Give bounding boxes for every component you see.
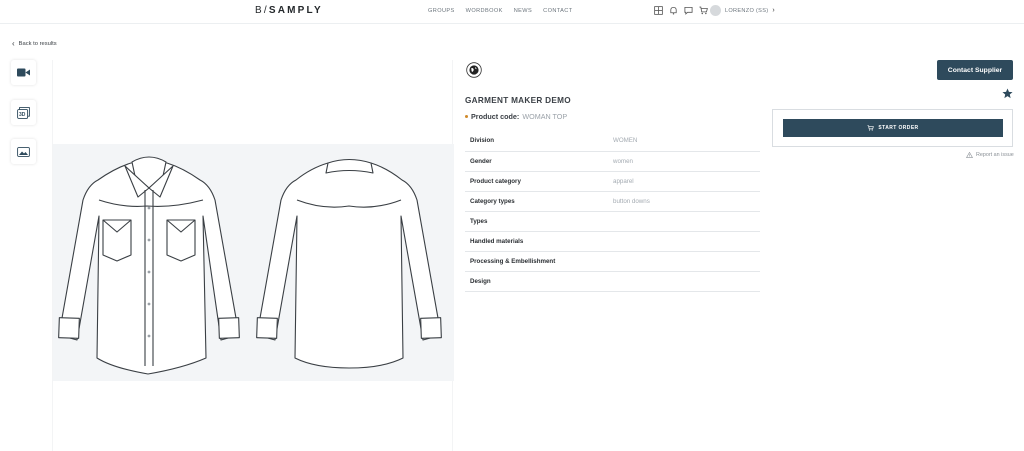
report-issue-label: Report an issue xyxy=(976,152,1014,158)
attribute-value: button downs xyxy=(608,191,760,212)
order-panel: START ORDER xyxy=(772,109,1013,147)
attribute-row: Handled materials xyxy=(465,231,760,252)
report-issue-link[interactable]: Report an issue xyxy=(966,152,1014,158)
attribute-key: Processing & Embellishment xyxy=(465,251,608,272)
chat-icon[interactable] xyxy=(684,6,693,15)
attribute-key: Design xyxy=(465,271,608,292)
warning-icon xyxy=(966,152,973,158)
product-attributes-table: Division WOMEN Gender women Product catego… xyxy=(465,131,760,292)
nav-groups[interactable]: GROUPS xyxy=(428,8,455,14)
thumbnail-image[interactable] xyxy=(11,139,36,164)
chevron-left-icon: ‹ xyxy=(12,39,15,48)
top-navigation-bar: B/SAMPLY GROUPS WORDBOOK NEWS CONTACT LO… xyxy=(0,0,1024,24)
cart-icon[interactable] xyxy=(699,6,708,15)
image-icon xyxy=(17,146,30,157)
avatar xyxy=(710,5,721,16)
user-name: LORENZO (SS) xyxy=(725,7,769,14)
attribute-key: Gender xyxy=(465,151,608,172)
header-toolbar xyxy=(654,6,708,15)
nav-news[interactable]: NEWS xyxy=(514,8,532,14)
attribute-key: Division xyxy=(465,131,608,152)
attribute-row: Product category apparel xyxy=(465,171,760,192)
logo-prefix: B/ xyxy=(255,5,269,16)
3d-icon: 3D xyxy=(17,106,30,119)
product-image-viewer[interactable] xyxy=(52,60,454,451)
attribute-row: Gender women xyxy=(465,151,760,172)
svg-text:3D: 3D xyxy=(19,112,26,118)
attribute-value: apparel xyxy=(608,171,760,192)
product-title: GARMENT MAKER DEMO xyxy=(465,96,571,105)
logo-name: SAMPLY xyxy=(268,5,323,16)
attribute-value: women xyxy=(608,151,760,172)
globe-icon xyxy=(466,62,482,78)
chevron-right-icon: › xyxy=(772,7,776,14)
attribute-value xyxy=(608,211,760,232)
star-icon[interactable] xyxy=(1002,88,1013,99)
nav-contact[interactable]: CONTACT xyxy=(543,8,572,14)
bell-icon[interactable] xyxy=(669,6,678,15)
user-menu[interactable]: LORENZO (SS) › xyxy=(710,5,775,16)
attribute-row: Division WOMEN xyxy=(465,131,760,152)
back-to-results-link[interactable]: ‹ Back to results xyxy=(12,39,57,48)
attribute-key: Product category xyxy=(465,171,608,192)
start-order-label: START ORDER xyxy=(878,125,919,131)
attribute-row: Category types button downs xyxy=(465,191,760,212)
back-link-label: Back to results xyxy=(18,40,57,47)
layout-icon[interactable] xyxy=(654,6,663,15)
attribute-row: Processing & Embellishment xyxy=(465,251,760,272)
attribute-key: Handled materials xyxy=(465,231,608,252)
attribute-key: Category types xyxy=(465,191,608,212)
attribute-row: Types xyxy=(465,211,760,232)
attribute-row: Design xyxy=(465,271,760,292)
attribute-value xyxy=(608,231,760,252)
thumbnail-video[interactable] xyxy=(11,60,36,85)
nav-wordbook[interactable]: WORDBOOK xyxy=(466,8,503,14)
status-dot xyxy=(465,115,468,118)
attribute-key: Types xyxy=(465,211,608,232)
product-code-label: Product code: xyxy=(471,112,520,121)
cart-icon xyxy=(867,125,875,131)
start-order-button[interactable]: START ORDER xyxy=(783,119,1003,137)
attribute-value xyxy=(608,251,760,272)
brand-logo[interactable]: B/SAMPLY xyxy=(255,5,323,16)
product-code-value: WOMAN TOP xyxy=(522,112,568,121)
contact-supplier-button[interactable]: Contact Supplier xyxy=(937,60,1013,80)
attribute-value: WOMEN xyxy=(608,131,760,152)
shirt-flat-sketch-image xyxy=(58,156,442,375)
video-icon xyxy=(17,68,30,77)
product-code: Product code: WOMAN TOP xyxy=(465,112,567,121)
thumbnail-3d[interactable]: 3D xyxy=(11,100,36,125)
main-nav: GROUPS WORDBOOK NEWS CONTACT xyxy=(428,8,573,14)
attribute-value xyxy=(608,271,760,292)
